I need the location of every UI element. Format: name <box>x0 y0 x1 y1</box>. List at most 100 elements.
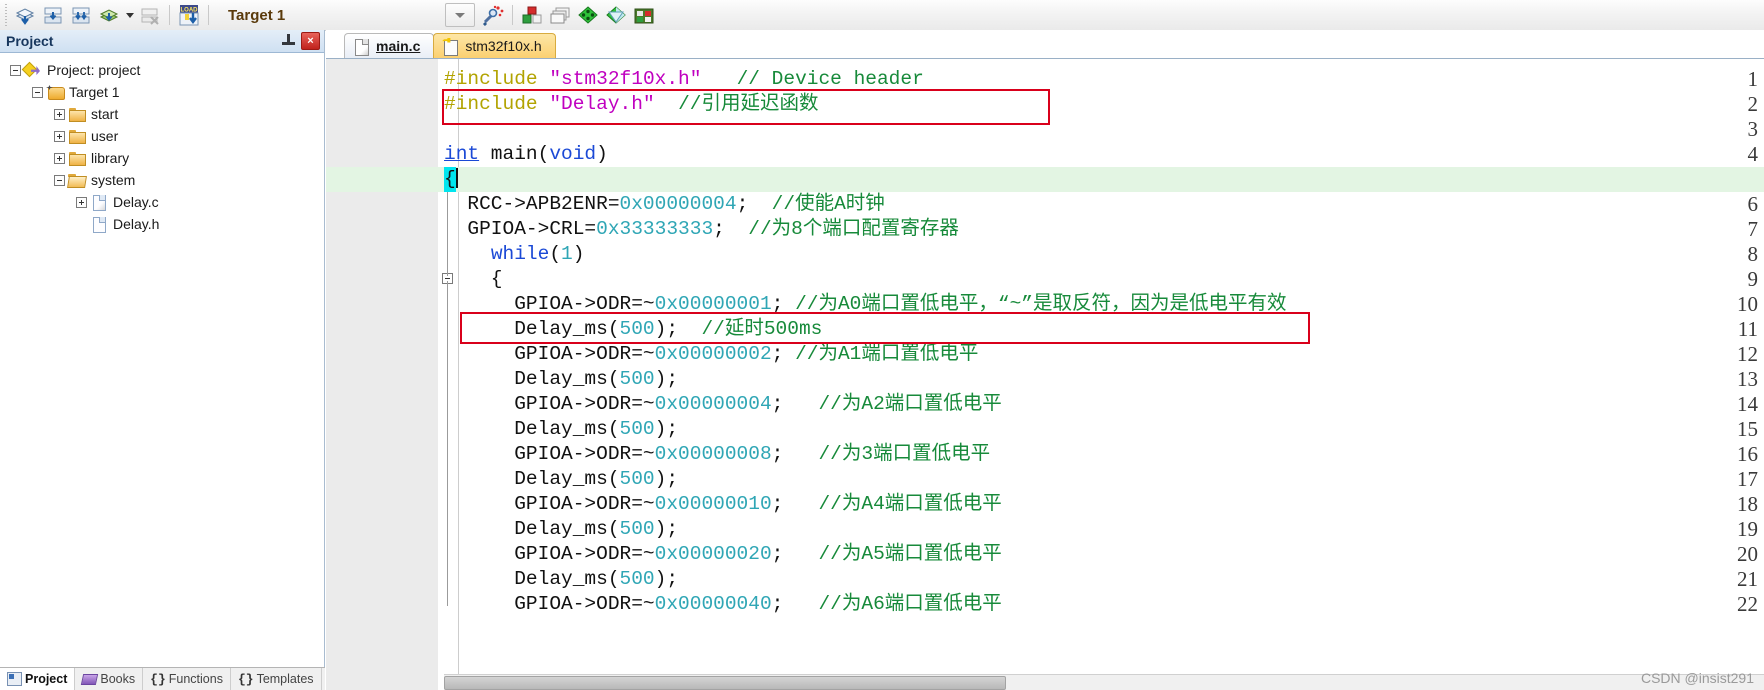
pin-icon[interactable] <box>281 32 297 50</box>
tree-item-delay-h[interactable]: Delay.h <box>8 213 324 235</box>
code-line[interactable]: GPIOA->ODR=~0x00000004; //为A2端口置低电平 <box>444 392 1002 417</box>
batch-build-icon[interactable] <box>95 2 123 28</box>
code-token-num: 500 <box>619 318 655 340</box>
code-token-plain: ; <box>713 218 749 240</box>
download-icon[interactable]: LOAD <box>175 2 203 28</box>
document-tab-stm32f10x-h[interactable]: stm32f10x.h <box>433 33 556 58</box>
pane-tab-templates[interactable]: {} Templates <box>231 668 322 690</box>
code-editor[interactable]: 12345678910111213141516171819202122 #inc… <box>326 58 1764 690</box>
code-token-plain: ; <box>771 493 819 515</box>
code-line[interactable]: GPIOA->ODR=~0x00000010; //为A4端口置低电平 <box>444 492 1002 517</box>
expand-icon[interactable] <box>54 108 65 120</box>
batch-build-dropdown-icon[interactable] <box>123 2 136 28</box>
tree-item-library[interactable]: library <box>8 147 324 169</box>
tree-item-delay-c[interactable]: Delay.c <box>8 191 324 213</box>
code-token-pp: #include <box>444 93 550 115</box>
code-token-plain: GPIOA->ODR=~ <box>444 543 655 565</box>
pane-tab-project[interactable]: Project <box>0 668 76 690</box>
code-line[interactable]: Delay_ms(500); <box>444 417 678 442</box>
collapse-icon[interactable] <box>10 64 21 76</box>
code-line[interactable]: RCC->APB2ENR=0x00000004; //使能A时钟 <box>444 192 885 217</box>
code-line[interactable]: GPIOA->CRL=0x33333333; //为8个端口配置寄存器 <box>444 217 958 242</box>
code-line[interactable]: #include "stm32f10x.h" // Device header <box>444 67 924 92</box>
code-token-cmt: //引用延迟函数 <box>678 93 819 115</box>
code-line[interactable]: GPIOA->ODR=~0x00000020; //为A5端口置低电平 <box>444 542 1002 567</box>
code-token-plain: main( <box>479 143 550 165</box>
code-line[interactable]: Delay_ms(500); <box>444 517 678 542</box>
tree-item-project-project[interactable]: Project: project <box>8 59 324 81</box>
code-token-num: 0x00000040 <box>654 593 772 615</box>
code-token-plain: Delay_ms( <box>444 318 620 340</box>
pane-tab-books[interactable]: Books <box>75 668 144 690</box>
code-line[interactable]: Delay_ms(500); //延时500ms <box>444 317 822 342</box>
tree-item-start[interactable]: start <box>8 103 324 125</box>
editor-horizontal-scrollbar[interactable] <box>444 674 1764 690</box>
pack-installer-icon[interactable] <box>574 2 602 28</box>
code-token-pp: #include <box>444 68 550 90</box>
tree-item-label: user <box>91 128 119 144</box>
tree-item-label: Project: project <box>47 62 141 78</box>
code-line[interactable]: { <box>444 267 503 292</box>
folder-icon <box>68 128 86 144</box>
tree-item-label: Target 1 <box>69 84 120 100</box>
target-name-label: Target 1 <box>228 6 286 24</box>
code-token-num: 500 <box>619 468 655 490</box>
select-target-dropdown[interactable] <box>445 3 476 27</box>
code-token-plain: ; <box>771 593 819 615</box>
toolbar-grip[interactable] <box>2 4 11 26</box>
stop-build-icon[interactable] <box>136 2 164 28</box>
collapse-icon[interactable] <box>32 86 43 98</box>
braces-icon: {} <box>237 671 254 687</box>
build-icon[interactable] <box>39 2 67 28</box>
code-token-num: 500 <box>619 518 655 540</box>
tree-item-user[interactable]: user <box>8 125 324 147</box>
code-line[interactable]: GPIOA->ODR=~0x00000008; //为3端口置低电平 <box>444 442 990 467</box>
tree-item-system[interactable]: system <box>8 169 324 191</box>
code-token-plain: ); <box>654 518 679 540</box>
code-text[interactable]: #include "stm32f10x.h" // Device header #… <box>326 59 1764 690</box>
document-tab-main-c[interactable]: main.c <box>344 33 435 58</box>
code-token-cmt: //为A0端口置低电平，“~”是取反符，因为是低电平有效 <box>795 293 1287 315</box>
text-caret: { <box>444 167 456 192</box>
code-token-num: 0x00000010 <box>654 493 772 515</box>
code-line[interactable]: Delay_ms(500); <box>444 467 678 492</box>
toolbar-separator-2 <box>208 5 209 25</box>
code-token-num: 0x00000002 <box>654 343 772 365</box>
code-line[interactable]: GPIOA->ODR=~0x00000002; //为A1端口置低电平 <box>444 342 978 367</box>
scrollbar-thumb[interactable] <box>444 676 1006 690</box>
collapse-icon[interactable] <box>54 174 65 186</box>
code-token-plain: ); <box>654 418 679 440</box>
code-token-kw: while <box>490 243 550 265</box>
code-line[interactable]: while(1) <box>444 242 585 267</box>
configure-target-icon[interactable] <box>479 2 507 28</box>
expand-icon[interactable] <box>54 130 65 142</box>
rebuild-all-icon[interactable] <box>67 2 95 28</box>
code-token-cmt: //为A5端口置低电平 <box>818 543 1002 565</box>
code-token-cmt: //使能A时钟 <box>771 193 885 215</box>
code-token-plain: GPIOA->ODR=~ <box>444 393 655 415</box>
code-line[interactable]: GPIOA->ODR=~0x00000001; //为A0端口置低电平，“~”是… <box>444 292 1287 317</box>
manage-components-icon[interactable] <box>518 2 546 28</box>
code-line[interactable]: Delay_ms(500); <box>444 567 678 592</box>
code-line[interactable]: #include "Delay.h" //引用延迟函数 <box>444 92 818 117</box>
multi-project-icon[interactable] <box>546 2 574 28</box>
code-line[interactable]: int main(void) <box>444 142 608 167</box>
code-line[interactable]: { <box>444 167 458 192</box>
caret-bar <box>455 168 458 188</box>
pane-tab-functions[interactable]: {} Functions <box>143 668 231 690</box>
tree-item-target-1[interactable]: Target 1 <box>8 81 324 103</box>
translate-icon[interactable] <box>11 2 39 28</box>
file-c-icon <box>90 194 108 211</box>
project-pane-titlebar: Project × <box>0 30 324 53</box>
manage-runtime-icon[interactable] <box>602 2 630 28</box>
line-number-gutter <box>326 59 439 690</box>
project-items-icon[interactable] <box>630 2 658 28</box>
tree-item-label: library <box>91 150 130 166</box>
close-icon[interactable]: × <box>301 32 320 50</box>
code-token-num: 0x00000004 <box>654 393 772 415</box>
expand-icon[interactable] <box>54 152 65 164</box>
code-line[interactable]: GPIOA->ODR=~0x00000040; //为A6端口置低电平 <box>444 592 1002 617</box>
project-tree: Project: project Target 1 start user library… <box>0 53 324 235</box>
code-line[interactable]: Delay_ms(500); <box>444 367 678 392</box>
expand-icon[interactable] <box>76 196 87 208</box>
